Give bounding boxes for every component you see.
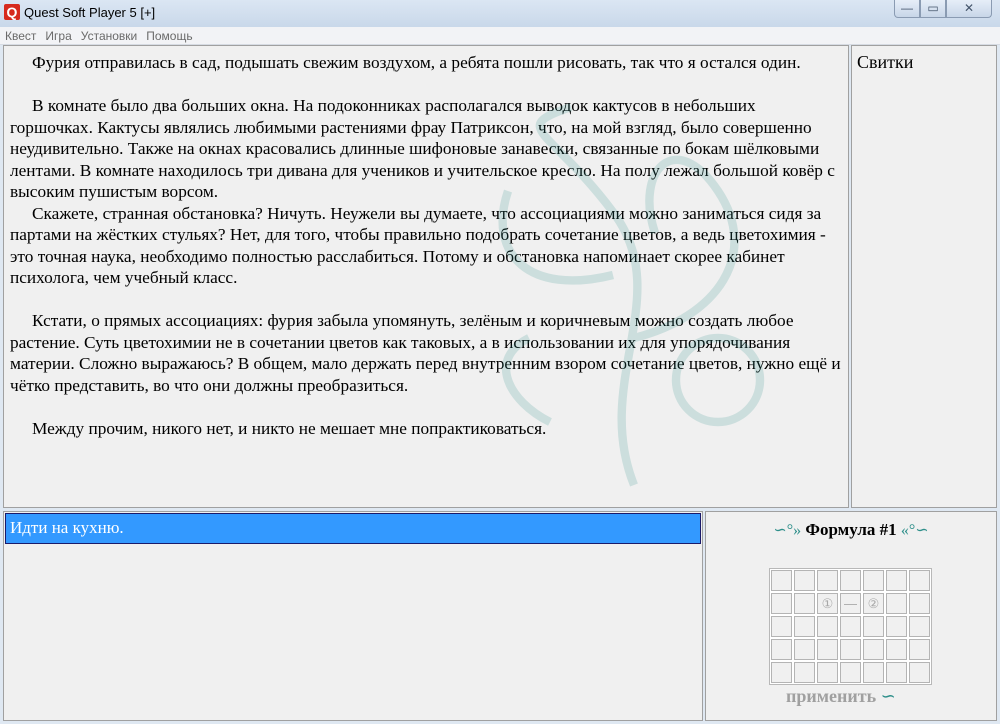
- formula-cell[interactable]: —: [839, 592, 862, 615]
- menu-game[interactable]: Игра: [40, 28, 75, 43]
- ornament-right-icon: «°∽: [900, 522, 929, 539]
- menu-bar: Квест Игра Установки Помощь: [0, 27, 1000, 45]
- formula-cell[interactable]: [908, 569, 931, 592]
- story-paragraph: Между прочим, никого нет, и никто не меш…: [32, 418, 547, 438]
- formula-title: Формула #1: [805, 520, 897, 539]
- window-title: Quest Soft Player 5 [+]: [24, 5, 156, 20]
- app-logo-icon: Q: [4, 4, 20, 20]
- formula-cell[interactable]: [885, 661, 908, 684]
- formula-cell[interactable]: [793, 569, 816, 592]
- formula-cell[interactable]: [816, 661, 839, 684]
- formula-cell[interactable]: [885, 615, 908, 638]
- formula-cell[interactable]: [908, 592, 931, 615]
- menu-quest[interactable]: Квест: [0, 28, 40, 43]
- story-paragraph: Скажете, странная обстановка? Ничуть. Не…: [10, 203, 826, 288]
- story-paragraph: В комнате было два больших окна. На подо…: [10, 96, 835, 201]
- formula-cell[interactable]: ①: [816, 592, 839, 615]
- formula-cell[interactable]: [816, 569, 839, 592]
- formula-cell[interactable]: [770, 638, 793, 661]
- action-item[interactable]: Идти на кухню.: [5, 513, 701, 544]
- ornament-leaf-icon: ∽: [880, 686, 896, 706]
- formula-grid: ① — ②: [769, 568, 932, 685]
- formula-cell[interactable]: [862, 615, 885, 638]
- title-bar: Q Quest Soft Player 5 [+] — ▭ ✕: [0, 0, 1000, 27]
- formula-cell[interactable]: [862, 638, 885, 661]
- maximize-button[interactable]: ▭: [920, 0, 946, 18]
- formula-cell[interactable]: [839, 661, 862, 684]
- formula-cell[interactable]: [885, 592, 908, 615]
- formula-cell[interactable]: [793, 661, 816, 684]
- formula-cell[interactable]: [793, 592, 816, 615]
- formula-cell[interactable]: [770, 569, 793, 592]
- formula-cell[interactable]: [839, 638, 862, 661]
- close-button[interactable]: ✕: [946, 0, 992, 18]
- minimize-button[interactable]: —: [894, 0, 920, 18]
- formula-cell[interactable]: [793, 638, 816, 661]
- story-text-panel: Фурия отправилась в сад, подышать свежим…: [3, 45, 849, 508]
- formula-cell[interactable]: [862, 661, 885, 684]
- actions-list: Идти на кухню.: [3, 511, 703, 721]
- apply-label: применить: [786, 686, 877, 706]
- story-paragraph: Фурия отправилась в сад, подышать свежим…: [32, 53, 801, 72]
- formula-cell[interactable]: [816, 638, 839, 661]
- formula-cell[interactable]: [908, 615, 931, 638]
- formula-cell[interactable]: [770, 615, 793, 638]
- scrolls-title: Свитки: [857, 52, 914, 72]
- formula-cell[interactable]: [770, 661, 793, 684]
- formula-cell[interactable]: [839, 615, 862, 638]
- apply-button[interactable]: применить ∽: [786, 686, 896, 707]
- scrolls-panel: Свитки: [851, 45, 997, 508]
- formula-cell[interactable]: [862, 569, 885, 592]
- formula-cell[interactable]: [793, 615, 816, 638]
- ornament-left-icon: ∽°»: [773, 522, 802, 539]
- formula-cell[interactable]: [839, 569, 862, 592]
- formula-cell[interactable]: [816, 615, 839, 638]
- formula-cell[interactable]: [770, 592, 793, 615]
- formula-cell[interactable]: [885, 569, 908, 592]
- formula-cell[interactable]: [908, 661, 931, 684]
- formula-cell[interactable]: [885, 638, 908, 661]
- formula-cell[interactable]: [908, 638, 931, 661]
- formula-cell[interactable]: ②: [862, 592, 885, 615]
- formula-panel: ∽°» Формула #1 «°∽ ① — ② применить ∽: [705, 511, 997, 721]
- menu-help[interactable]: Помощь: [141, 28, 196, 43]
- formula-header: ∽°» Формула #1 «°∽: [706, 520, 996, 540]
- menu-settings[interactable]: Установки: [76, 28, 141, 43]
- story-paragraph: Кстати, о прямых ассоциациях: фурия забы…: [10, 311, 841, 395]
